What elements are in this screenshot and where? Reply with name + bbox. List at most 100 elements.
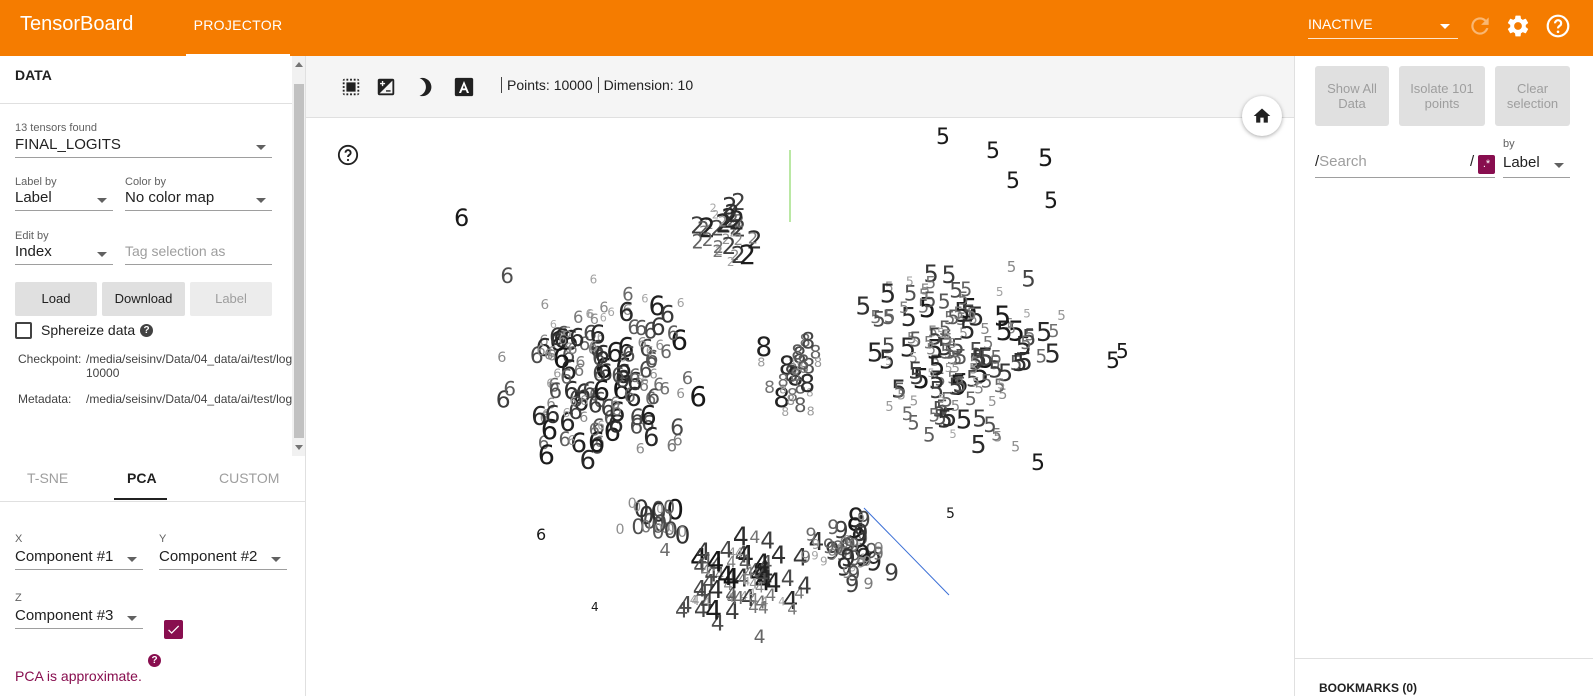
search-by-select[interactable]: Label	[1503, 154, 1570, 178]
embedding-scatter[interactable]: 666666666666666666666 666666666666666666 6…	[306, 118, 1294, 696]
show-all-data-button[interactable]: Show All Data	[1315, 66, 1389, 126]
chevron-down-icon	[1440, 24, 1450, 29]
digit-sprite: 8	[814, 356, 822, 371]
points-info: Points: 10000 Dimension: 10	[496, 77, 693, 93]
help-icon[interactable]: ?	[148, 654, 161, 667]
sphereize-label: Sphereize data	[41, 322, 136, 338]
pca-z-select[interactable]: Component #3	[15, 607, 143, 629]
digit-sprite: 6	[636, 442, 645, 458]
divider	[0, 103, 292, 104]
digit-sprite: 6	[590, 273, 598, 287]
digit-sprite: 6	[677, 296, 685, 310]
refresh-icon[interactable]	[1467, 13, 1493, 39]
isolate-points-button[interactable]: Isolate 101 points	[1399, 66, 1485, 126]
search-suffix: /	[1470, 153, 1475, 170]
tab-tsne[interactable]: T-SNE	[27, 470, 68, 486]
tag-selection-input[interactable]: Tag selection as	[125, 243, 272, 265]
tab-custom[interactable]: CUSTOM	[219, 470, 279, 486]
label-by-select[interactable]: Label	[15, 189, 113, 211]
digit-sprite: 9	[828, 546, 838, 564]
contrast-icon[interactable]	[375, 76, 397, 98]
app-header: TensorBoard PROJECTOR INACTIVE	[0, 0, 1593, 56]
gear-icon[interactable]	[1505, 13, 1531, 39]
scrollbar[interactable]	[292, 56, 305, 456]
regex-toggle[interactable]: .*	[1478, 155, 1495, 174]
digit-sprite: 0	[616, 522, 625, 538]
color-by-value: No color map	[125, 189, 215, 206]
digit-sprite: 6	[570, 395, 577, 409]
edit-by-label: Edit by	[15, 230, 49, 242]
digit-sprite: 6	[594, 340, 610, 369]
digit-sprite: 0	[654, 521, 662, 535]
sphereize-checkbox[interactable]	[15, 322, 32, 339]
digit-sprite: 5	[996, 316, 1013, 347]
pca-y-label: Y	[159, 533, 167, 545]
digit-sprite: 9	[862, 554, 871, 570]
digit-sprite: 5	[956, 405, 973, 435]
digit-sprite: 8	[777, 370, 788, 391]
digit-sprite: 5	[884, 306, 896, 327]
label-text-icon[interactable]	[453, 76, 475, 98]
reset-view-button[interactable]	[1242, 96, 1282, 136]
digit-sprite: 6	[558, 332, 567, 348]
tab-pca[interactable]: PCA	[127, 470, 157, 486]
digit-sprite: 6	[569, 323, 585, 352]
scroll-down-icon[interactable]	[295, 445, 303, 450]
digit-sprite: 6	[541, 297, 550, 313]
digit-sprite: 4	[708, 575, 724, 604]
download-button[interactable]: Download	[102, 282, 185, 316]
run-status-select[interactable]: INACTIVE	[1308, 12, 1458, 39]
scroll-up-icon[interactable]	[295, 62, 303, 67]
digit-sprite: 6	[651, 313, 666, 341]
chevron-down-icon	[271, 557, 281, 562]
digit-sprite: 6	[599, 299, 608, 316]
pca-z-checkbox[interactable]	[164, 620, 183, 639]
metadata-key: Metadata:	[18, 392, 72, 406]
pca-x-select[interactable]: Component #1	[15, 548, 143, 570]
digit-sprite: 2	[729, 207, 745, 237]
digit-sprite: 5	[1007, 258, 1017, 276]
load-button[interactable]: Load	[15, 282, 97, 316]
digit-sprite: 6	[580, 446, 596, 476]
digit-sprite: 6	[531, 402, 547, 432]
digit-sprite: 2	[702, 230, 714, 251]
digit-sprite: 4	[758, 599, 769, 619]
divider	[501, 77, 502, 93]
search-input[interactable]: /Search /	[1315, 153, 1495, 178]
digit-sprite: 4	[754, 627, 766, 648]
pca-y-select[interactable]: Component #2	[159, 548, 287, 570]
digit-sprite: 6	[580, 393, 589, 409]
brand-title[interactable]: TensorBoard	[20, 13, 133, 36]
digit-sprite: 6	[503, 377, 516, 400]
digit-sprite: 6	[611, 363, 625, 388]
dimension-count: Dimension: 10	[603, 77, 694, 93]
tab-projector[interactable]: PROJECTOR	[186, 0, 290, 56]
digit-sprite: 4	[787, 599, 797, 618]
night-mode-icon[interactable]	[414, 76, 436, 98]
digit-sprite: 9	[873, 545, 884, 565]
digit-sprite: 4	[749, 590, 759, 608]
digit-sprite: 5	[1023, 307, 1031, 321]
digit-sprite: 5	[1116, 339, 1129, 363]
digit-sprite: 5	[909, 328, 922, 352]
tag-selection-placeholder: Tag selection as	[125, 243, 226, 259]
digit-sprite: 6	[497, 350, 506, 366]
label-button[interactable]: Label	[190, 282, 272, 316]
digit-sprite: 5	[997, 376, 1005, 391]
chevron-down-icon	[127, 557, 137, 562]
label-by-value: Label	[15, 189, 52, 206]
edit-by-select[interactable]: Index	[15, 243, 113, 265]
digit-sprite: 4	[679, 593, 693, 618]
selection-box-icon[interactable]	[340, 76, 362, 98]
digit-sprite: 6	[618, 298, 634, 328]
color-by-select[interactable]: No color map	[125, 189, 272, 211]
scrollbar-thumb[interactable]	[294, 84, 304, 438]
digit-sprite: 8	[781, 405, 789, 419]
clear-selection-button[interactable]: Clear selection	[1495, 66, 1570, 126]
help-icon[interactable]	[1545, 13, 1571, 39]
digit-sprite: 6	[560, 366, 572, 389]
chevron-down-icon	[256, 145, 266, 150]
chevron-down-icon	[97, 198, 107, 203]
help-icon[interactable]: ?	[140, 324, 153, 337]
tensor-select[interactable]: FINAL_LOGITS	[15, 136, 272, 158]
